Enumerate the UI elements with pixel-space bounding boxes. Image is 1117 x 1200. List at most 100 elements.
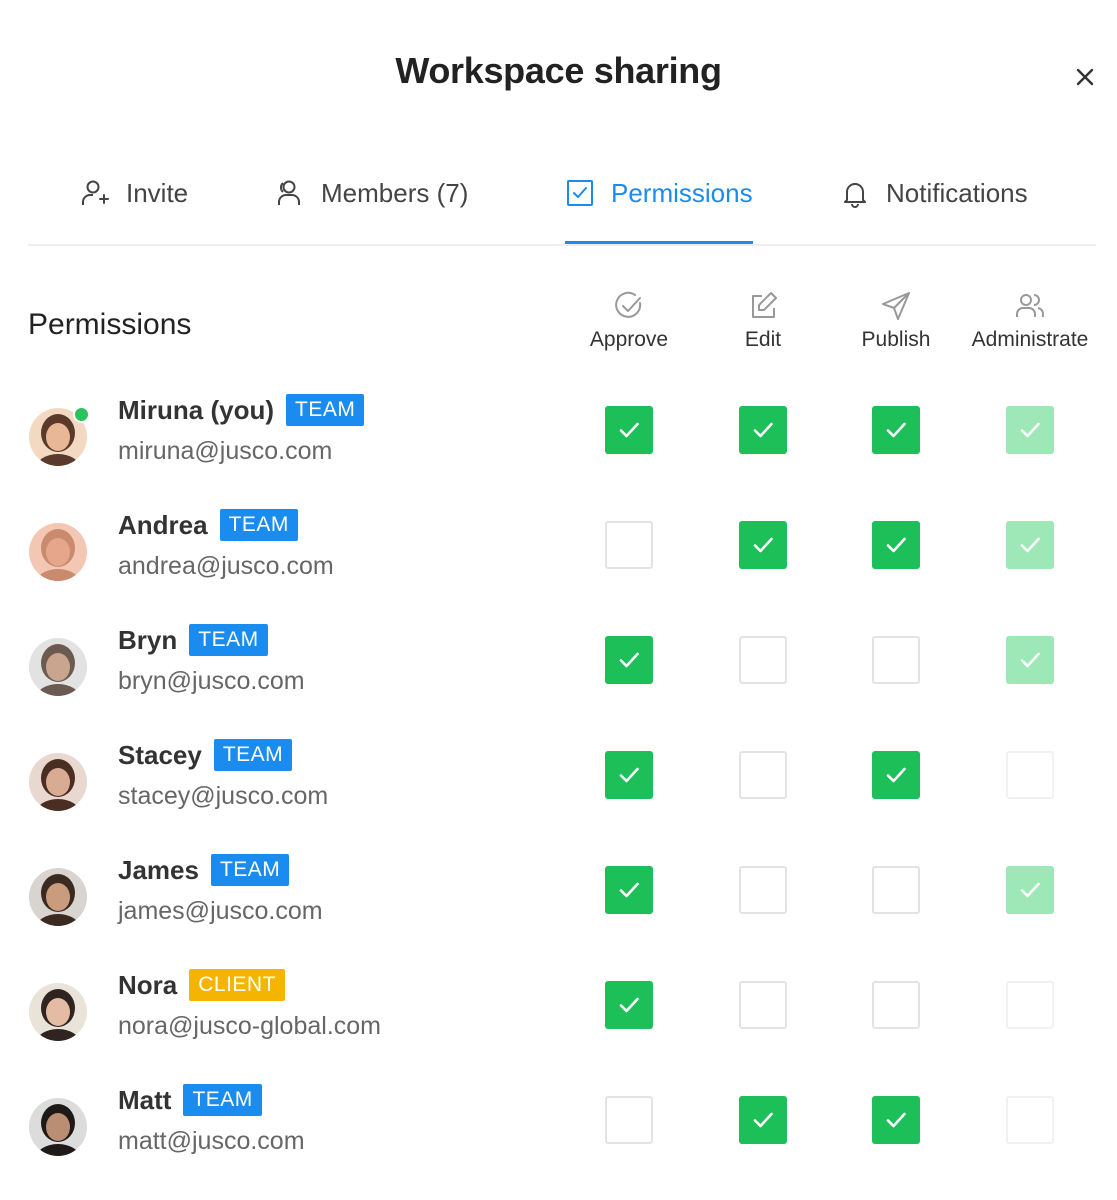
checkmark-icon: [619, 422, 639, 438]
member-email: nora@jusco-global.com: [118, 1012, 382, 1040]
member-name: Bryn: [118, 624, 178, 655]
edit-checkbox[interactable]: [739, 406, 787, 454]
edit-checkbox[interactable]: [739, 981, 787, 1029]
role-badge: TEAM: [210, 854, 290, 886]
approve-checkbox[interactable]: [605, 521, 653, 569]
edit-checkbox[interactable]: [739, 751, 787, 799]
member-name: Matt: [118, 1084, 172, 1115]
avatar[interactable]: [29, 1098, 87, 1156]
member-row: Matt TEAM matt@jusco.com: [0, 1083, 1117, 1198]
checkmark-icon: [1020, 652, 1040, 668]
column-label: Publish: [861, 328, 931, 351]
administrate-checkbox[interactable]: [1006, 981, 1054, 1029]
column-header-administrate: Administrate: [955, 290, 1105, 352]
avatar[interactable]: [29, 753, 87, 811]
avatar-image: [29, 983, 87, 1041]
member-email: miruna@jusco.com: [118, 437, 333, 465]
tab-label: Notifications: [886, 178, 1028, 208]
tab-invite[interactable]: Invite: [80, 178, 188, 244]
checkmark-icon: [753, 422, 773, 438]
edit-checkbox[interactable]: [739, 1096, 787, 1144]
administrate-checkbox[interactable]: [1006, 1096, 1054, 1144]
role-badge: TEAM: [183, 1084, 262, 1116]
checkbox-icon: [567, 180, 593, 206]
approve-checkbox[interactable]: [605, 981, 653, 1029]
column-header-publish: Publish: [821, 290, 971, 352]
administrate-checkbox[interactable]: [1006, 521, 1054, 569]
member-email: andrea@jusco.com: [118, 552, 334, 580]
checkmark-icon: [1020, 422, 1040, 438]
avatar[interactable]: [29, 523, 87, 581]
user-plus-icon: [82, 180, 109, 205]
column-header-approve: Approve: [554, 290, 704, 352]
role-badge: TEAM: [286, 394, 365, 426]
checkmark-icon: [886, 537, 906, 553]
bell-icon: [844, 183, 866, 208]
avatar-image: [29, 638, 87, 696]
check-circle-icon: [615, 291, 642, 318]
checkmark-icon: [619, 767, 639, 783]
tab-label: Invite: [126, 178, 189, 208]
publish-checkbox[interactable]: [872, 1096, 920, 1144]
column-label: Edit: [744, 328, 782, 351]
column-label: Administrate: [971, 328, 1089, 351]
member-name: Miruna (you): [118, 394, 274, 425]
avatar[interactable]: [29, 406, 90, 466]
tab-members[interactable]: Members (7): [275, 178, 468, 244]
edit-checkbox[interactable]: [739, 636, 787, 684]
avatar-image: [29, 523, 87, 581]
member-row: Nora CLIENT nora@jusco-global.com: [0, 968, 1117, 1083]
checkmark-icon: [886, 767, 906, 783]
checkmark-icon: [886, 422, 906, 438]
administrate-checkbox[interactable]: [1006, 406, 1054, 454]
checkmark-icon: [619, 997, 639, 1013]
publish-checkbox[interactable]: [872, 866, 920, 914]
role-badge: TEAM: [213, 739, 293, 771]
publish-checkbox[interactable]: [872, 521, 920, 569]
publish-checkbox[interactable]: [872, 406, 920, 454]
publish-checkbox[interactable]: [872, 751, 920, 799]
close-icon: [1076, 68, 1094, 86]
approve-checkbox[interactable]: [605, 751, 653, 799]
member-name: Stacey: [118, 739, 202, 770]
edit-checkbox[interactable]: [739, 521, 787, 569]
administrate-checkbox[interactable]: [1006, 636, 1054, 684]
avatar-image: [29, 1098, 87, 1156]
avatar[interactable]: [29, 983, 87, 1041]
edit-checkbox[interactable]: [739, 866, 787, 914]
role-badge: TEAM: [219, 509, 298, 541]
tab-permissions[interactable]: Permissions: [565, 178, 753, 244]
permissions-heading: Permissions: [28, 308, 192, 341]
approve-checkbox[interactable]: [605, 406, 653, 454]
tab-notifications[interactable]: Notifications: [840, 178, 1028, 244]
administrate-checkbox[interactable]: [1006, 751, 1054, 799]
approve-checkbox[interactable]: [605, 866, 653, 914]
checkmark-icon: [1020, 537, 1040, 553]
avatar-image: [29, 753, 87, 811]
dialog-title: Workspace sharing: [395, 50, 722, 91]
member-row: James TEAM james@jusco.com: [0, 853, 1117, 968]
send-icon: [882, 292, 910, 320]
approve-checkbox[interactable]: [605, 1096, 653, 1144]
column-header-edit: Edit: [688, 290, 838, 352]
member-email: bryn@jusco.com: [118, 667, 305, 695]
tab-label: Members (7): [321, 178, 469, 208]
avatar[interactable]: [29, 638, 87, 696]
approve-checkbox[interactable]: [605, 636, 653, 684]
online-status-dot: [73, 406, 90, 423]
checkmark-icon: [753, 1112, 773, 1128]
checkmark-icon: [753, 537, 773, 553]
administrate-checkbox[interactable]: [1006, 866, 1054, 914]
member-email: matt@jusco.com: [118, 1127, 305, 1155]
close-button[interactable]: [1068, 60, 1102, 94]
checkmark-icon: [619, 652, 639, 668]
publish-checkbox[interactable]: [872, 636, 920, 684]
member-row: Bryn TEAM bryn@jusco.com: [0, 623, 1117, 738]
edit-icon: [752, 292, 777, 318]
avatar[interactable]: [29, 868, 87, 926]
users-icon: [1016, 294, 1045, 317]
column-label: Approve: [589, 328, 669, 351]
member-row: Andrea TEAM andrea@jusco.com: [0, 508, 1117, 623]
tab-label: Permissions: [611, 178, 753, 208]
publish-checkbox[interactable]: [872, 981, 920, 1029]
